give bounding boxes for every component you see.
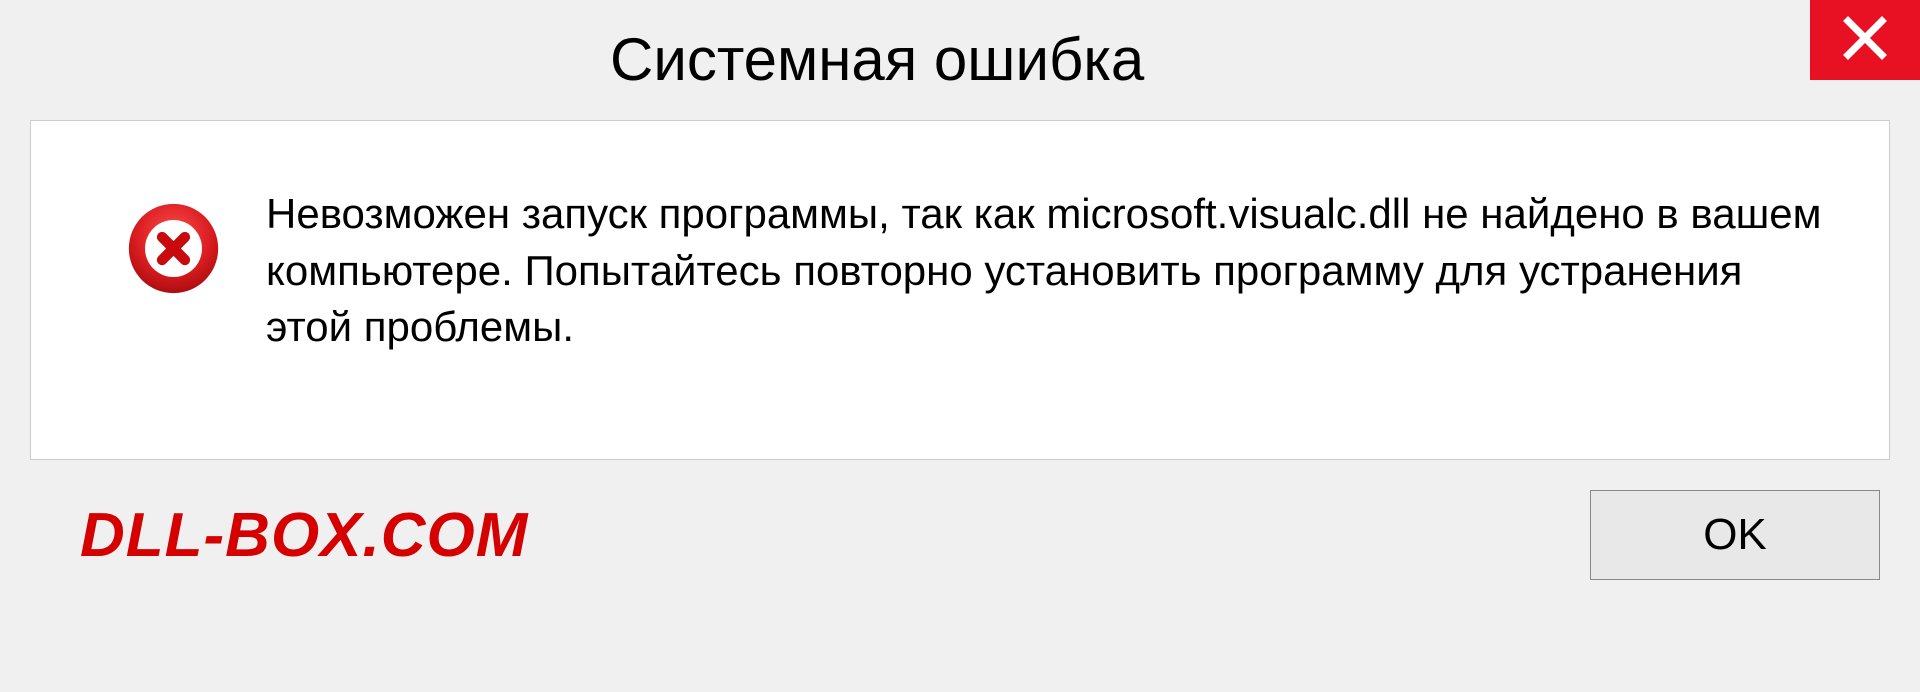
dialog-title: Системная ошибка [610, 20, 1144, 90]
close-icon [1840, 13, 1890, 68]
dialog-footer: DLL-BOX.COM OK [30, 490, 1890, 580]
error-message: Невозможен запуск программы, так как mic… [266, 181, 1839, 356]
watermark-text: DLL-BOX.COM [80, 500, 528, 571]
ok-button[interactable]: OK [1590, 490, 1880, 580]
dialog-titlebar: Системная ошибка [0, 0, 1920, 110]
error-dialog: Системная ошибка [0, 0, 1920, 692]
error-icon [126, 181, 221, 301]
dialog-content: Невозможен запуск программы, так как mic… [30, 120, 1890, 460]
close-button[interactable] [1810, 0, 1920, 80]
